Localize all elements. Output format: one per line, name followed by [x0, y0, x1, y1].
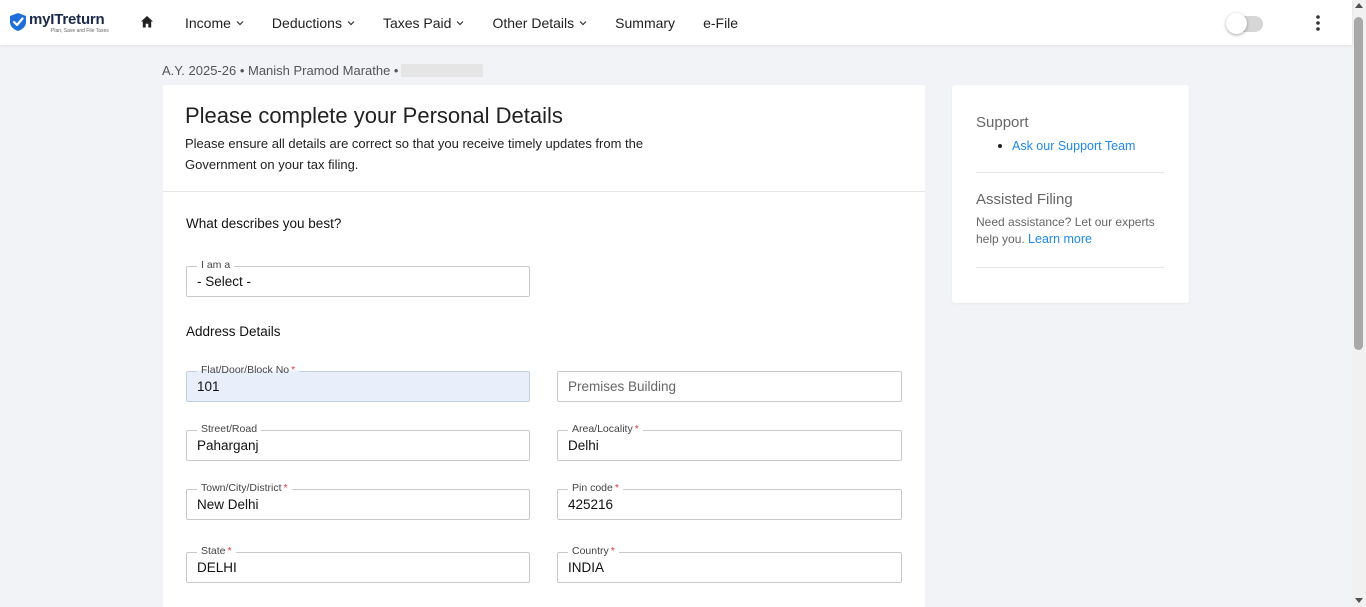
- divider: [976, 172, 1164, 173]
- field-value: - Select -: [197, 274, 252, 289]
- chevron-down-icon: [347, 20, 355, 25]
- field-value: New Delhi: [197, 497, 259, 512]
- toggle-knob: [1226, 13, 1247, 34]
- nav-efile-label: e-File: [703, 14, 739, 31]
- page-subtitle: Please ensure all details are correct so…: [185, 136, 644, 172]
- personal-details-card: Please complete your Personal Details Pl…: [163, 85, 925, 607]
- field-value: Delhi: [568, 438, 599, 453]
- page-title: Please complete your Personal Details: [185, 103, 563, 128]
- redacted-pan: [400, 64, 483, 77]
- country-select[interactable]: Country * INDIA: [557, 546, 902, 583]
- shield-check-icon: [10, 13, 26, 31]
- nav-income[interactable]: Income: [171, 0, 258, 45]
- field-label: Town/City/District *: [197, 483, 292, 494]
- field-label: I am a: [197, 260, 235, 271]
- i-am-a-select[interactable]: I am a - Select -: [186, 260, 530, 297]
- card-header: Please complete your Personal Details Pl…: [163, 85, 925, 192]
- nav-income-label: Income: [185, 14, 231, 31]
- nav-summary[interactable]: Summary: [601, 0, 689, 45]
- brand-logo[interactable]: myITreturn Plan, Save and File Taxes: [10, 12, 109, 34]
- field-value: Paharganj: [197, 438, 259, 453]
- page-scrollbar[interactable]: [1352, 0, 1366, 607]
- main-nav: Income Deductions Taxes Paid Other Detai…: [171, 0, 752, 45]
- nav-deductions[interactable]: Deductions: [258, 0, 369, 45]
- street-road-field[interactable]: Street/Road Paharganj: [186, 424, 530, 461]
- assisted-filing-text: Need assistance? Let our experts help yo…: [976, 215, 1155, 246]
- pin-code-field[interactable]: Pin code * 425216: [557, 483, 902, 520]
- chevron-down-icon: [579, 20, 587, 25]
- nav-taxes-paid[interactable]: Taxes Paid: [369, 0, 478, 45]
- scroll-down-arrow-icon[interactable]: [1355, 598, 1363, 603]
- address-section-title: Address Details: [186, 324, 281, 339]
- field-value: 101: [197, 379, 220, 394]
- nav-summary-label: Summary: [615, 14, 676, 31]
- support-title: Support: [976, 114, 1029, 131]
- nav-taxes-paid-label: Taxes Paid: [382, 14, 452, 31]
- describe-question: What describes you best?: [186, 216, 342, 231]
- nav-efile[interactable]: e-File: [689, 0, 752, 45]
- field-label: Pin code *: [568, 483, 623, 494]
- breadcrumb: A.Y. 2025-26 • Manish Pramod Marathe •: [162, 63, 483, 78]
- field-label: Country *: [568, 546, 619, 557]
- nav-deductions-label: Deductions: [271, 14, 342, 31]
- field-label: Flat/Door/Block No *: [197, 365, 300, 376]
- field-value: DELHI: [197, 560, 237, 575]
- scroll-up-arrow-icon[interactable]: [1355, 3, 1363, 8]
- scroll-thumb[interactable]: [1354, 17, 1363, 350]
- breadcrumb-text: A.Y. 2025-26 • Manish Pramod Marathe •: [162, 63, 399, 78]
- premises-building-field[interactable]: Premises Building: [557, 371, 902, 402]
- support-sidebar: Support Ask our Support Team Assisted Fi…: [952, 85, 1189, 303]
- ask-support-link[interactable]: Ask our Support Team: [1012, 139, 1135, 153]
- kebab-menu-icon[interactable]: [1311, 14, 1325, 32]
- field-label: Street/Road: [197, 424, 262, 435]
- chevron-down-icon: [457, 20, 464, 25]
- town-city-field[interactable]: Town/City/District * New Delhi: [186, 483, 530, 520]
- field-placeholder: Premises Building: [568, 379, 677, 394]
- support-list-item: Ask our Support Team: [998, 139, 1135, 153]
- brand-name: myITreturn: [29, 11, 105, 28]
- flat-door-field[interactable]: Flat/Door/Block No * 101: [186, 365, 530, 402]
- state-select[interactable]: State * DELHI: [186, 546, 530, 583]
- home-icon[interactable]: [140, 15, 154, 29]
- field-label: Area/Locality *: [568, 424, 643, 435]
- divider: [976, 267, 1164, 268]
- area-locality-field[interactable]: Area/Locality * Delhi: [557, 424, 902, 461]
- brand-tagline: Plan, Save and File Taxes: [51, 28, 109, 34]
- field-label: State *: [197, 546, 236, 557]
- theme-toggle[interactable]: [1226, 13, 1263, 34]
- field-value: 425216: [568, 497, 614, 512]
- bullet: [998, 144, 1002, 148]
- field-value: INDIA: [568, 560, 605, 575]
- chevron-down-icon: [236, 20, 244, 25]
- nav-other-details-label: Other Details: [492, 14, 575, 31]
- nav-other-details[interactable]: Other Details: [478, 0, 601, 45]
- learn-more-link[interactable]: Learn more: [1028, 232, 1092, 246]
- top-navbar: myITreturn Plan, Save and File Taxes Inc…: [0, 0, 1352, 45]
- assisted-filing-title: Assisted Filing: [976, 191, 1073, 208]
